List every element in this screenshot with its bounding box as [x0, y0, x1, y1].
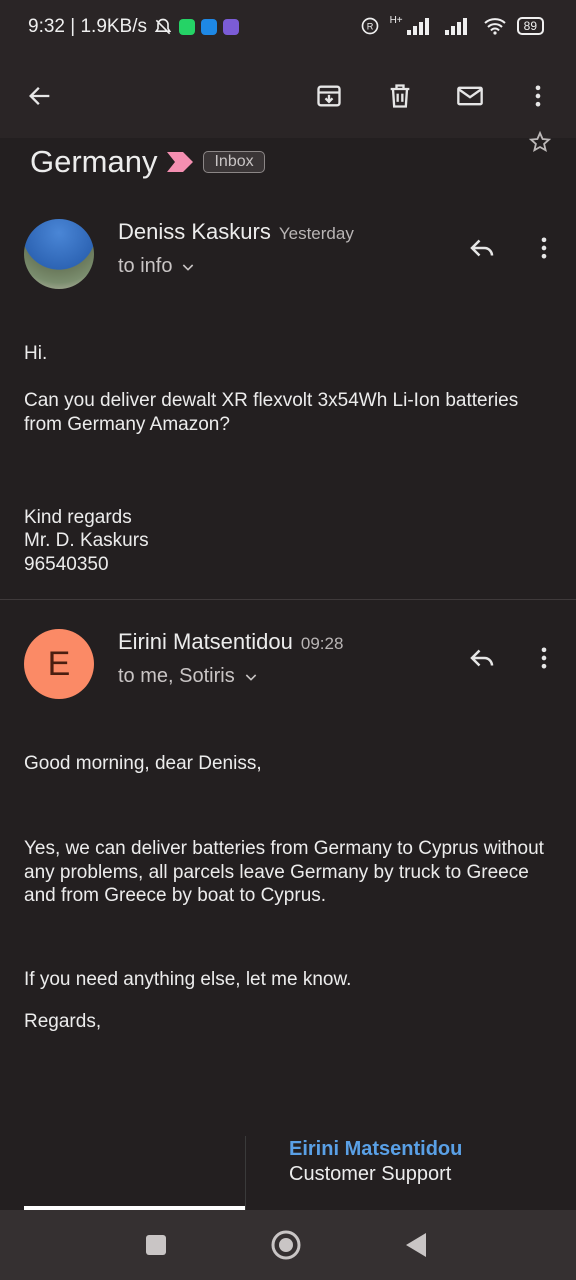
sender-line: Eirini Matsentidou 09:28 — [118, 629, 343, 655]
toolbar — [0, 58, 576, 138]
status-left: 9:32 | 1.9KB/s — [28, 16, 240, 38]
svg-text:R: R — [366, 21, 373, 31]
reply-button[interactable] — [462, 228, 502, 268]
status-time-speed: 9:32 | 1.9KB/s — [28, 16, 148, 37]
message-offer: If you need anything else, let me know. — [24, 969, 352, 990]
reply-button[interactable] — [462, 638, 502, 678]
mute-icon — [154, 18, 172, 35]
recipients-toggle[interactable]: to me, Sotiris — [118, 665, 259, 688]
system-nav-bar — [0, 1210, 576, 1280]
message-closing: Regards, — [24, 1011, 102, 1032]
message-time: 09:28 — [300, 634, 344, 653]
status-right: R H+ 89 — [360, 14, 544, 36]
more-vert-icon — [541, 647, 547, 669]
reply-icon — [470, 239, 494, 257]
back-button[interactable] — [398, 1227, 434, 1263]
reply-icon — [470, 649, 494, 667]
back-arrow-icon[interactable] — [20, 76, 60, 116]
chevron-down-icon — [183, 263, 194, 271]
wifi-icon — [483, 18, 506, 35]
message-phone[interactable]: 96540350 — [24, 553, 554, 577]
message-greeting: Hi. — [24, 343, 48, 364]
message-closing: Kind regards — [24, 507, 132, 528]
battery-icon: 89 — [516, 17, 544, 35]
home-button[interactable] — [268, 1227, 304, 1263]
sender-name: Deniss Kaskurs — [118, 219, 271, 244]
subject-row: Germany Inbox — [30, 142, 265, 182]
whatsapp-icon — [179, 19, 196, 35]
inbox-label-chip[interactable]: Inbox — [203, 151, 265, 173]
avatar[interactable] — [24, 219, 94, 289]
avatar[interactable]: E — [24, 629, 94, 699]
sender-line: Deniss Kaskurs Yesterday — [118, 219, 354, 245]
message-signature-name: Mr. D. Kaskurs — [24, 530, 149, 551]
delete-icon[interactable] — [380, 76, 420, 116]
messages-icon — [201, 19, 218, 35]
message-divider — [0, 599, 576, 600]
signal-icon — [444, 18, 467, 35]
signature-title: Customer Support — [289, 1163, 452, 1185]
back-triangle-icon — [406, 1233, 426, 1257]
square-icon — [146, 1235, 166, 1255]
network-type-label: H+ — [389, 14, 403, 26]
more-vert-icon — [541, 237, 547, 259]
recents-button[interactable] — [138, 1227, 174, 1263]
recipients-text: to info — [118, 255, 173, 277]
signature-divider — [245, 1136, 246, 1210]
status-bar: 9:32 | 1.9KB/s R H+ 89 — [0, 0, 576, 58]
recipients-toggle[interactable]: to info — [118, 255, 196, 278]
chevron-down-icon — [245, 673, 256, 681]
star-icon[interactable] — [528, 130, 552, 159]
home-circle-icon — [271, 1230, 301, 1260]
signal-icon — [406, 18, 429, 35]
mark-unread-icon[interactable] — [450, 76, 490, 116]
viber-icon — [223, 19, 240, 35]
email-subject: Germany — [30, 144, 158, 179]
important-marker-icon[interactable] — [167, 152, 194, 172]
message-question: Can you deliver dewalt XR flexvolt 3x54W… — [24, 390, 519, 435]
message-answer: Yes, we can deliver batteries from Germa… — [24, 838, 544, 906]
message-greeting: Good morning, dear Deniss, — [24, 753, 262, 774]
archive-icon[interactable] — [309, 76, 349, 116]
message-more-button[interactable] — [524, 638, 564, 678]
message-more-button[interactable] — [524, 228, 564, 268]
recipients-text: to me, Sotiris — [118, 665, 235, 687]
signature-name: Eirini Matsentidou — [289, 1138, 463, 1160]
message-time: Yesterday — [278, 224, 354, 243]
more-vert-icon[interactable] — [518, 76, 558, 116]
registered-icon: R — [361, 17, 378, 35]
sender-name: Eirini Matsentidou — [118, 629, 293, 654]
